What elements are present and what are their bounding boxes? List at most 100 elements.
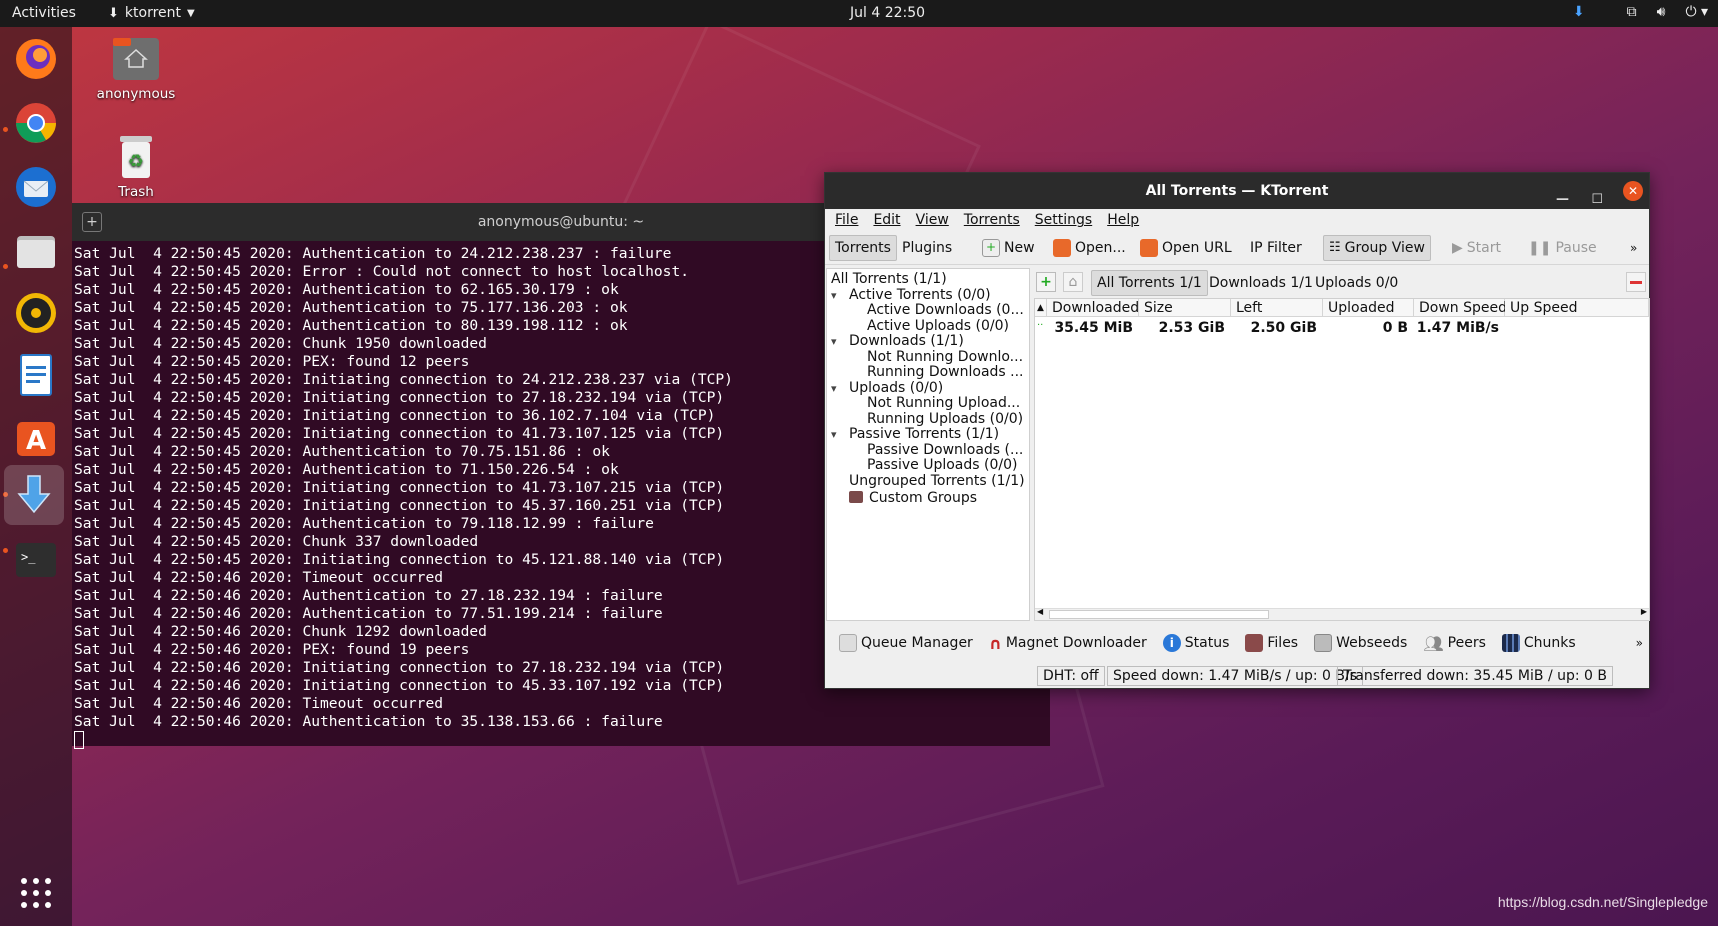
group-tree-item[interactable]: ▾ Active Torrents (0/0) [827,287,1029,303]
group-tree-label: Not Running Upload... [867,395,1021,411]
desktop-home-label: anonymous [96,86,176,102]
pause-button[interactable]: ❚❚ Pause [1523,235,1602,261]
group-tree-item[interactable]: Running Uploads (0/0) [827,411,1029,427]
torrent-table[interactable]: ▲ Downloaded Size Left Uploaded Down Spe… [1034,298,1650,621]
download-indicator-icon[interactable]: ⬇ [1573,4,1585,20]
menu-view[interactable]: View [916,212,949,231]
ktorrent-launcher[interactable] [4,465,64,525]
tab-peers[interactable]: 👥︎ Peers [1415,634,1494,653]
tab-magnet-downloader[interactable]: ∩ Magnet Downloader [981,634,1155,653]
desktop-trash[interactable]: ♻ Trash [88,134,184,200]
ktorrent-icon [17,475,51,514]
ip-filter-button[interactable]: IP Filter [1245,235,1307,261]
cell-size: 2.53 GiB [1158,320,1225,336]
terminal-launcher[interactable]: >_ [8,532,64,588]
close-icon[interactable]: ✕ [1623,181,1643,201]
toolbar-overflow-button[interactable]: » [1625,235,1642,261]
files-launcher[interactable] [8,223,64,279]
remove-view-icon[interactable]: ⌂ [1063,272,1083,292]
new-button[interactable]: + New [977,235,1040,261]
system-tray[interactable]: ⬇ ⧉ 🔊︎ ⏻ ▾ [1573,4,1708,20]
add-view-icon[interactable]: + [1036,272,1056,292]
open-button[interactable]: Open... [1048,235,1131,261]
group-tree-item[interactable]: Active Downloads (0... [827,302,1029,318]
column-header[interactable]: Left [1231,299,1323,317]
new-tab-icon[interactable]: + [82,212,102,232]
group-tree-item[interactable]: Running Downloads ... [827,364,1029,380]
group-tree-item[interactable]: ▾ Passive Torrents (1/1) [827,426,1029,442]
expand-arrow-icon[interactable]: ▾ [831,333,837,349]
expand-arrow-icon[interactable]: ▾ [831,426,837,442]
uploads-tab[interactable]: Uploads 0/0 [1310,270,1403,296]
view-tabs: + ⌂ All Torrents 1/1 Downloads 1/1 Uploa… [1034,268,1650,298]
scroll-thumb[interactable] [1049,610,1269,619]
ktorrent-titlebar[interactable]: All Torrents — KTorrent — ☐ ✕ [825,173,1649,209]
software-launcher[interactable]: A [8,409,64,465]
bottom-tabs-overflow-button[interactable]: » [1628,636,1651,650]
group-tree-item[interactable]: Active Uploads (0/0) [827,318,1029,334]
group-tree-item[interactable]: Ungrouped Torrents (1/1) [827,473,1029,490]
plugins-button[interactable]: Plugins [897,235,957,261]
group-tree-item[interactable]: ▾ Downloads (1/1) [827,333,1029,349]
app-menu[interactable]: ⬇ ktorrent ▼ [108,5,195,21]
show-applications-button[interactable] [8,865,64,921]
ktorrent-window[interactable]: All Torrents — KTorrent — ☐ ✕ File Edit … [824,172,1650,689]
menu-file[interactable]: File [835,212,858,231]
desktop-trash-label: Trash [118,184,154,200]
tab-webseeds[interactable]: Webseeds [1306,634,1415,652]
column-header[interactable]: Uploaded [1323,299,1414,317]
group-view-button[interactable]: ☷ Group View [1323,235,1431,261]
volume-icon[interactable]: 🔊︎ [1657,4,1666,20]
minimize-icon[interactable]: — [1556,182,1569,218]
close-view-icon[interactable] [1626,272,1646,292]
open-url-button[interactable]: Open URL [1135,235,1237,261]
writer-launcher[interactable] [8,347,64,403]
scroll-left-icon[interactable]: ◀ [1037,607,1043,616]
horizontal-scrollbar[interactable]: ◀ ▶ [1035,607,1649,620]
expand-arrow-icon[interactable]: ▾ [831,380,837,396]
column-header[interactable]: Downloaded [1047,299,1139,317]
tab-files[interactable]: Files [1237,634,1306,652]
menu-help[interactable]: Help [1107,212,1139,231]
maximize-icon[interactable]: ☐ [1591,182,1603,218]
all-torrents-tab[interactable]: All Torrents 1/1 [1091,270,1208,296]
menu-settings[interactable]: Settings [1035,212,1092,231]
desktop-home-folder[interactable]: anonymous [88,36,184,102]
chunks-icon [1501,634,1520,652]
menu-torrents[interactable]: Torrents [964,212,1020,231]
cell-left: 2.50 GiB [1250,320,1317,336]
network-icon[interactable]: ⧉ [1627,4,1637,20]
expand-arrow-icon[interactable]: ▾ [831,287,837,303]
downloads-tab[interactable]: Downloads 1/1 [1204,270,1318,296]
thunderbird-launcher[interactable] [8,159,64,215]
column-header[interactable]: Down Speed [1414,299,1507,317]
group-tree-item[interactable]: Not Running Downlo... [827,349,1029,365]
clock[interactable]: Jul 4 22:50 [850,5,925,21]
scroll-right-icon[interactable]: ▶ [1641,607,1647,616]
power-icon[interactable]: ⏻ ▾ [1685,4,1708,20]
group-tree-item[interactable]: All Torrents (1/1) [827,271,1029,287]
group-tree-item[interactable]: Passive Downloads (... [827,442,1029,458]
column-header[interactable]: Up Speed [1505,299,1649,317]
chrome-launcher[interactable] [8,95,64,151]
group-tree-item[interactable]: Not Running Upload... [827,395,1029,411]
sort-indicator-icon[interactable]: ▲ [1035,299,1047,317]
group-tree-item[interactable]: Custom Groups [827,490,1029,505]
cell-up-speed [1505,319,1596,337]
tab-status[interactable]: i Status [1155,634,1238,652]
column-header[interactable]: Size [1139,299,1231,317]
group-tree-item[interactable]: Passive Uploads (0/0) [827,457,1029,473]
tab-queue-manager[interactable]: Queue Manager [831,634,981,652]
torrents-tab-button[interactable]: Torrents [829,235,897,261]
status-dots-icon: .. [1037,317,1044,328]
start-button[interactable]: ▶ Start [1447,235,1506,261]
group-tree-item[interactable]: ▾ Uploads (0/0) [827,380,1029,396]
activities-button[interactable]: Activities [12,5,76,21]
menu-edit[interactable]: Edit [873,212,900,231]
group-tree[interactable]: All Torrents (1/1) ▾ Active Torrents (0/0)… [826,268,1030,621]
table-row[interactable]: .. 35.45 MiB 2.53 GiB 2.50 GiB 0 B 1.47 … [1035,317,1649,337]
tab-chunks[interactable]: Chunks [1494,634,1584,652]
rhythmbox-launcher[interactable] [8,285,64,341]
firefox-launcher[interactable] [8,31,64,87]
tab-label: Magnet Downloader [1005,635,1147,651]
